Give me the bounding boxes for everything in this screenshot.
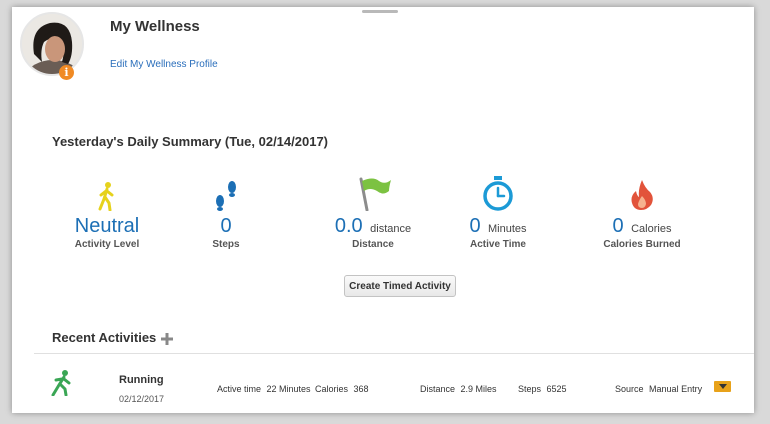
metric-value: 0 (220, 215, 232, 237)
stopwatch-icon (428, 173, 568, 211)
source-label: Source (615, 384, 644, 394)
recent-activities-heading: Recent Activities (52, 330, 157, 345)
metric-label: Distance (352, 239, 394, 250)
metric-label: Calories Burned (603, 239, 681, 250)
chevron-down-icon[interactable] (714, 381, 731, 392)
metric-unit: distance (370, 223, 412, 235)
metric-label: Active Time (470, 239, 526, 250)
activity-date: 02/12/2017 (119, 394, 165, 404)
drag-handle[interactable] (362, 10, 398, 13)
activity-name: Running (119, 374, 164, 386)
info-badge-icon[interactable]: i (59, 65, 74, 80)
create-timed-activity-button[interactable]: Create Timed Activity (344, 275, 456, 297)
steps-field: Steps 6525 (518, 384, 567, 394)
wellness-panel: i My Wellness Edit My Wellness Profile Y… (12, 7, 754, 413)
calories-value: 368 (353, 384, 369, 394)
metric-steps: 0 Steps (156, 173, 296, 250)
flag-icon (303, 173, 443, 211)
metric-label: Steps (212, 239, 240, 250)
calories-label: Calories (315, 384, 349, 394)
source-field: Source Manual Entry (615, 384, 702, 394)
page-title: My Wellness (110, 18, 200, 35)
footprints-icon (156, 173, 296, 211)
metric-unit: Calories (631, 223, 672, 235)
source-value: Manual Entry (649, 384, 703, 394)
running-person-icon (51, 370, 71, 396)
flame-icon (572, 173, 712, 211)
metric-value: 0 (612, 215, 624, 237)
distance-label: Distance (420, 384, 456, 394)
active-time-label: Active time (217, 384, 262, 394)
metric-active-time: 0 Minutes Active Time (428, 173, 568, 250)
metric-value: 0.0 (334, 215, 363, 237)
metric-calories-burned: 0 Calories Calories Burned (572, 173, 712, 250)
distance-field: Distance 2.9 Miles (420, 384, 497, 394)
activity-row[interactable]: Running 02/12/2017 Active time 22 Minute… (12, 354, 754, 413)
metric-unit: Minutes (488, 223, 527, 235)
summary-heading: Yesterday's Daily Summary (Tue, 02/14/20… (52, 134, 329, 149)
calories-field: Calories 368 (315, 384, 369, 394)
edit-profile-link[interactable]: Edit My Wellness Profile (110, 59, 218, 70)
metric-distance: 0.0 distance Distance (303, 173, 443, 250)
metric-value: Neutral (74, 215, 140, 237)
steps-value: 6525 (546, 384, 567, 394)
active-time-field: Active time 22 Minutes (217, 384, 311, 394)
active-time-value: 22 Minutes (266, 384, 311, 394)
metric-value: 0 (469, 215, 481, 237)
distance-value: 2.9 Miles (460, 384, 497, 394)
avatar[interactable] (20, 12, 84, 76)
steps-label: Steps (518, 384, 542, 394)
add-icon[interactable] (161, 333, 173, 345)
